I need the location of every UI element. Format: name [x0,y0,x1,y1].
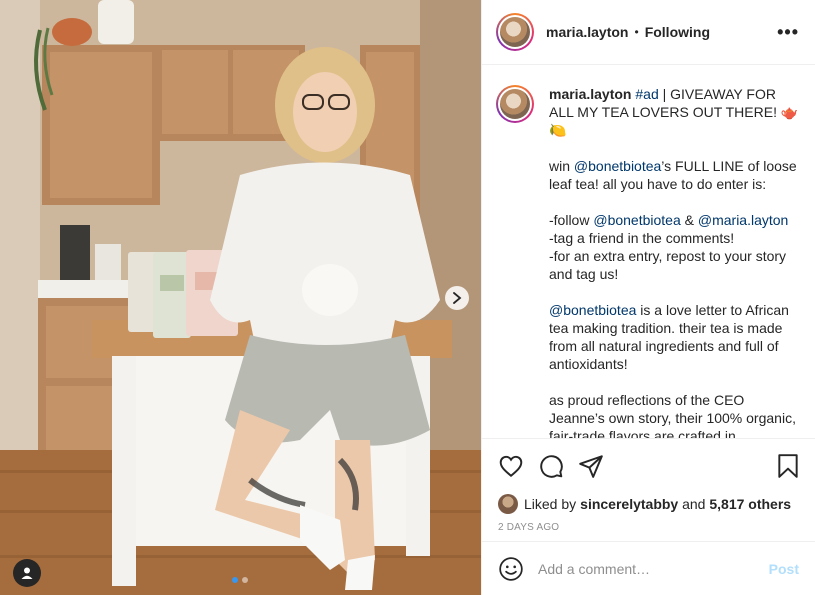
liker-avatar[interactable] [498,493,518,514]
share-icon[interactable] [578,453,604,479]
author-username[interactable]: maria.layton [546,24,628,40]
post-header: maria.layton • Following ••• [482,0,815,66]
caption-text: win [549,158,574,175]
liker-username[interactable]: sincerelytabby [580,496,678,512]
caption-text: -follow [549,212,594,229]
caption-text: & [680,212,698,229]
comment-icon[interactable] [538,453,564,479]
mention-link[interactable]: @bonetbiotea [593,212,680,228]
following-button[interactable]: Following [645,24,710,40]
post-timestamp[interactable]: 2 DAYS AGO [482,516,815,542]
carousel-dot-active [232,577,238,583]
caption-author-avatar[interactable] [496,85,534,124]
header-separator: • [634,25,639,40]
post-comment-button[interactable]: Post [769,561,799,577]
instagram-post-modal: maria.layton • Following ••• maria.layto… [0,0,815,595]
user-tag-button[interactable] [13,559,41,587]
caption-username[interactable]: maria.layton [549,86,631,102]
author-avatar[interactable] [496,13,534,52]
carousel-dot [242,577,248,583]
post-photo [0,0,481,595]
hashtag-link[interactable]: #ad [635,86,658,102]
caption-text: -for an extra entry, repost to your stor… [549,248,787,283]
chevron-right-icon [453,292,462,304]
comments-section[interactable]: maria.layton #ad | GIVEAWAY FOR ALL MY T… [482,65,815,438]
action-bar [482,438,815,492]
comment-input[interactable] [538,560,769,577]
caption-text: as proud reflections of the CEO Jeanne’s… [549,392,796,439]
mention-link[interactable]: @bonetbiotea [549,302,636,318]
mention-link[interactable]: @bonetbiotea [574,158,661,174]
more-options-icon[interactable]: ••• [777,22,799,43]
heart-icon[interactable] [498,453,524,479]
likes-prefix: Liked by [524,495,577,512]
post-caption: maria.layton #ad | GIVEAWAY FOR ALL MY T… [549,85,799,438]
mention-link[interactable]: @maria.layton [698,212,788,228]
user-tag-icon [21,567,33,579]
likes-middle: and [678,495,710,512]
likes-summary: Liked by sincerelytabby and 5,817 others [482,492,815,516]
carousel-next-button[interactable] [445,286,469,310]
post-details-panel: maria.layton • Following ••• maria.layto… [481,0,815,595]
bookmark-icon[interactable] [775,453,801,479]
post-media[interactable] [0,0,481,595]
likes-others-link[interactable]: 5,817 others [709,496,791,512]
caption-text: -tag a friend in the comments! [549,230,735,247]
add-comment-form: Post [482,541,815,595]
emoji-icon[interactable] [498,556,524,582]
carousel-indicator [232,577,248,583]
